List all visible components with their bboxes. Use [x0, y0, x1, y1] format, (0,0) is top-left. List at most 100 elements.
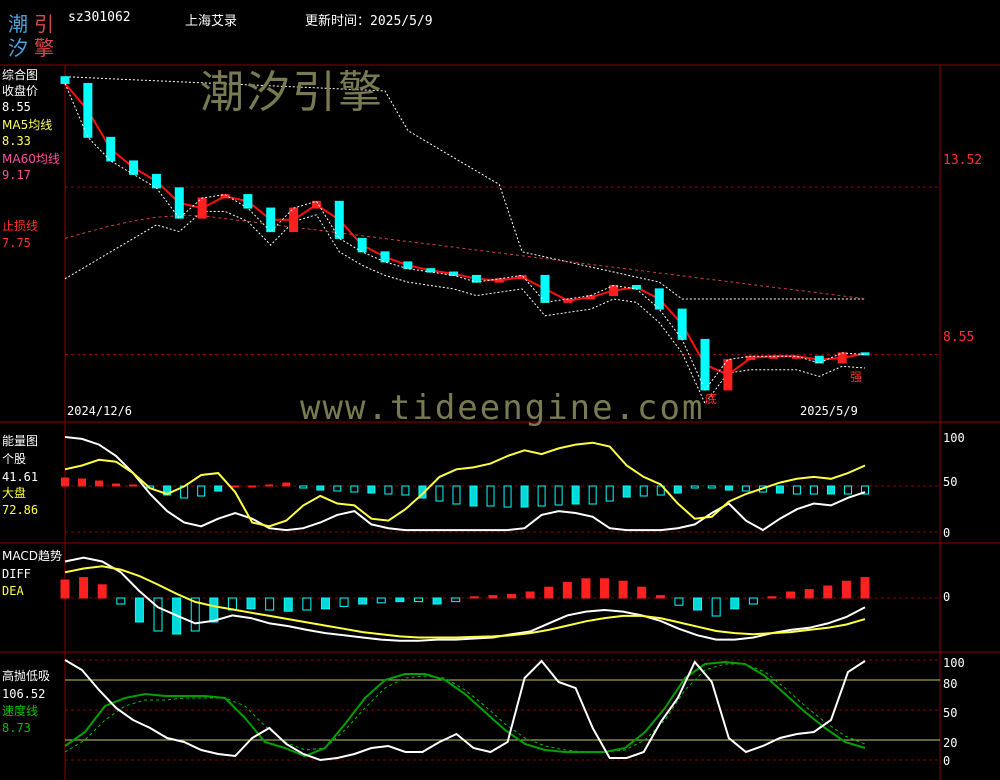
macd-bar-43: [860, 577, 870, 599]
energy-bar-24: [469, 485, 478, 507]
energy-bar-10: [231, 485, 240, 488]
macd-bar-38: [767, 596, 777, 599]
kdj-y-20: 20: [943, 736, 958, 750]
macd-bar-21: [451, 597, 461, 603]
macd-bar-11: [265, 597, 275, 611]
annot-bottom: 底: [705, 392, 718, 406]
macd-bar-39: [786, 591, 796, 599]
candle-5: [174, 187, 184, 219]
macd-bar-13: [302, 597, 312, 611]
lower-envelope-line: [64, 210, 866, 405]
macd-bar-40: [804, 589, 814, 599]
candle-28: [700, 338, 710, 391]
energy-bar-28: [537, 485, 546, 507]
y-label-8-55: 8.55: [943, 330, 975, 345]
macd-y-0: 0: [943, 590, 951, 604]
upper-envelope-line: [64, 76, 865, 300]
energy-bar-44: [809, 485, 818, 495]
candle-27: [677, 308, 687, 340]
ma60-value: 9.17: [2, 168, 31, 182]
energy-market-line: [64, 441, 866, 528]
candle-12: [334, 200, 344, 239]
macd-bar-35: [711, 597, 721, 617]
energy-bar-9: [214, 485, 223, 492]
macd-diff-label: DIFF: [2, 567, 31, 581]
speed-dash-line: [64, 663, 866, 753]
macd-bar-17: [376, 597, 386, 604]
kdj-y-80: 80: [943, 677, 958, 691]
energy-bar-11: [248, 485, 257, 488]
energy-bar-42: [775, 485, 784, 494]
candle-9: [266, 207, 276, 233]
macd-bar-22: [469, 596, 479, 599]
energy-bar-45: [826, 485, 835, 495]
energy-bar-39: [724, 485, 733, 491]
kdj-y-100: 100: [943, 656, 965, 670]
macd-bar-41: [823, 585, 833, 599]
energy-bar-15: [316, 485, 325, 491]
energy-bar-13: [282, 482, 291, 487]
energy-bar-4: [129, 484, 138, 487]
close-label: 收盘价: [2, 84, 39, 98]
kdj-title: 高抛低吸: [2, 669, 51, 683]
energy-bar-31: [588, 485, 597, 505]
macd-bar-0: [60, 579, 70, 599]
macd-bar-1: [79, 577, 89, 599]
macd-bar-14: [320, 597, 330, 610]
energy-bar-34: [639, 485, 648, 497]
energy-bar-2: [95, 480, 104, 487]
energy-y-0: 0: [943, 526, 951, 540]
update-time: 更新时间：2025/5/9: [305, 14, 433, 29]
macd-bar-34: [693, 597, 703, 611]
energy-bar-46: [843, 485, 852, 495]
energy-stock-value: 41.61: [2, 470, 39, 484]
macd-bar-26: [544, 586, 554, 599]
energy-bar-40: [741, 485, 750, 492]
watermark-url: www.tideengine.com: [300, 388, 705, 428]
date-start: 2024/12/6: [67, 404, 133, 418]
candle-13: [357, 237, 367, 253]
energy-bar-14: [299, 485, 308, 489]
kdj-value: 106.52: [2, 687, 46, 701]
main-title: 综合图: [2, 68, 39, 82]
macd-bar-29: [600, 578, 610, 599]
energy-bar-29: [554, 485, 563, 506]
energy-bar-0: [61, 477, 69, 487]
energy-bar-8: [197, 485, 206, 497]
speed-value: 8.73: [2, 721, 31, 735]
ma-red-line: [64, 82, 866, 376]
candle-1: [83, 82, 93, 138]
energy-bar-25: [486, 485, 495, 507]
macd-bar-19: [413, 597, 423, 603]
candle-10: [289, 207, 299, 233]
macd-bar-2: [97, 584, 107, 599]
energy-bar-30: [571, 485, 580, 505]
energy-bar-22: [435, 485, 444, 502]
energy-bar-1: [78, 478, 87, 487]
energy-bar-26: [503, 485, 512, 508]
candle-0: [60, 76, 70, 84]
watermark-brand: 潮汐引擎: [200, 67, 384, 118]
energy-bar-20: [401, 485, 410, 496]
macd-bar-4: [134, 597, 144, 623]
candle-8: [243, 194, 253, 209]
macd-bar-16: [358, 597, 368, 605]
energy-y-100: 100: [943, 431, 965, 445]
energy-stock-line: [64, 436, 866, 532]
energy-market-label: 大盘: [2, 486, 27, 500]
ma5-value: 8.33: [2, 134, 31, 148]
macd-dea-line: [64, 565, 866, 639]
stock-code: sz301062: [68, 10, 131, 25]
stop-value: 7.75: [2, 236, 31, 250]
candle-14: [380, 251, 390, 263]
ma60-line: [64, 214, 866, 300]
energy-bar-27: [520, 485, 529, 508]
macd-bar-33: [674, 597, 684, 606]
energy-bar-43: [792, 485, 801, 495]
macd-bar-37: [748, 597, 758, 605]
energy-bar-23: [452, 485, 461, 505]
energy-bar-37: [690, 485, 699, 489]
macd-bar-12: [283, 597, 293, 612]
macd-bar-18: [395, 597, 405, 603]
logo-char-4: 擎: [34, 36, 54, 60]
